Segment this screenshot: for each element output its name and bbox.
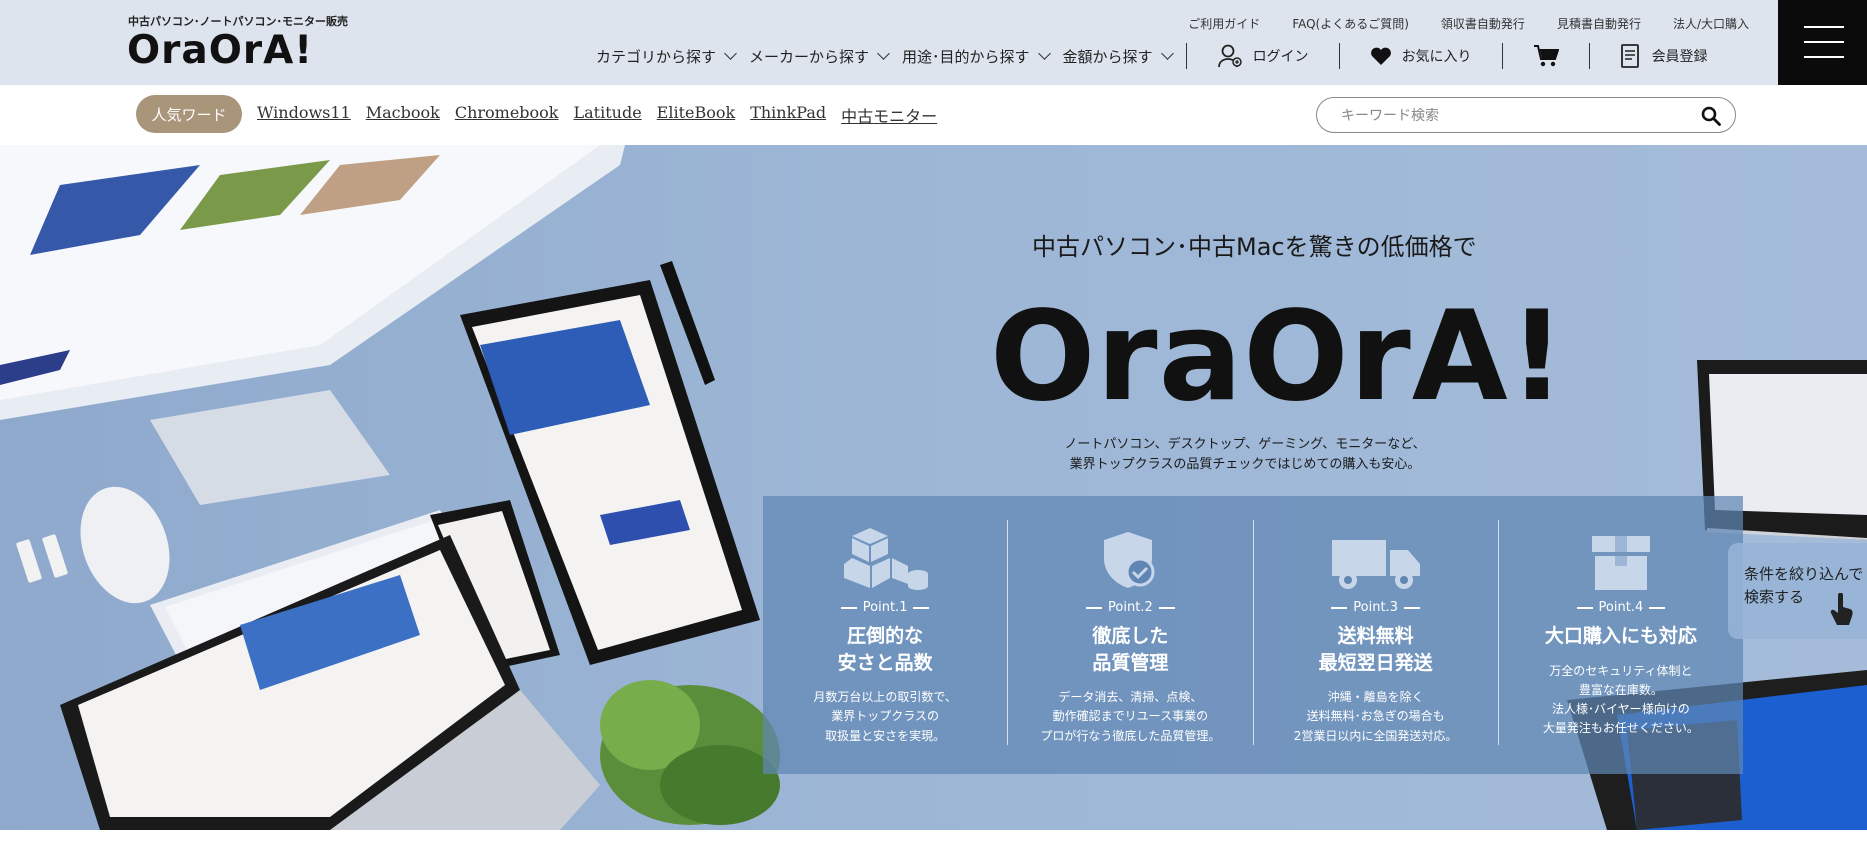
point-title-line: 最短翌日発送 xyxy=(1318,651,1433,674)
popular-keywords-badge: 人気ワード xyxy=(136,95,242,133)
point-body-line: 業界トップクラスの xyxy=(831,709,939,724)
nav-maker-label: メーカーから探す xyxy=(749,47,870,66)
point-title-line: 送料無料 xyxy=(1337,625,1414,647)
hamburger-menu-button[interactable] xyxy=(1778,0,1867,85)
register-label: 会員登録 xyxy=(1651,49,1708,65)
chevron-down-icon xyxy=(1037,47,1051,60)
point-title-line: 徹底した xyxy=(1092,625,1169,647)
point-title: 徹底した 品質管理 xyxy=(1008,623,1252,676)
nav-category[interactable]: カテゴリから探す xyxy=(596,46,737,67)
nav-purpose-label: 用途･目的から探す xyxy=(902,47,1030,66)
box-icon xyxy=(1591,536,1650,590)
point-body-line: 沖縄・離島を除く xyxy=(1327,690,1424,705)
hero-description-line: 業界トップクラスの品質チェックではじめての購入も安心。 xyxy=(1069,457,1421,473)
nav-maker[interactable]: メーカーから探す xyxy=(749,46,890,67)
point-card-2: Point.2 徹底した 品質管理 データ消去、清掃、点検、 動作確認までリユー… xyxy=(1008,520,1254,746)
point-title-line: 安さと品数 xyxy=(837,651,933,674)
point-body-line: 送料無料･お急ぎの場合も xyxy=(1306,709,1445,724)
login-label: ログイン xyxy=(1252,49,1309,65)
utility-nav: ご利用ガイド FAQ(よくあるご質問) 領収書自動発行 見積書自動発行 法人/大… xyxy=(1188,15,1749,32)
search-box xyxy=(1316,97,1736,133)
point-card-1: Point.1 圧倒的な 安さと品数 月数万台以上の取引数で、 業界トップクラス… xyxy=(763,520,1009,746)
nav-price[interactable]: 金額から探す xyxy=(1062,46,1174,67)
cart-icon xyxy=(1533,45,1559,67)
chevron-down-icon xyxy=(1160,47,1174,60)
util-link-corporate[interactable]: 法人/大口購入 xyxy=(1673,15,1749,32)
point-body: 沖縄・離島を除く 送料無料･お急ぎの場合も 2営業日以内に全国発送対応。 xyxy=(1254,688,1498,746)
point-number: Point.2 xyxy=(1008,600,1252,615)
search-input[interactable] xyxy=(1341,105,1681,127)
keyword-link[interactable]: Windows11 xyxy=(257,103,351,127)
point-title: 圧倒的な 安さと品数 xyxy=(763,623,1007,676)
point-body-line: データ消去、清掃、点検、 xyxy=(1058,690,1203,705)
util-link-guide[interactable]: ご利用ガイド xyxy=(1188,15,1260,32)
hero-banner: 中古パソコン･中古Macを驚きの低価格で OraOrA! ノートパソコン、デスク… xyxy=(0,145,1867,830)
nav-purpose[interactable]: 用途･目的から探す xyxy=(902,46,1051,67)
favorites-link[interactable]: お気に入り xyxy=(1340,46,1502,66)
point-number: Point.3 xyxy=(1254,600,1498,615)
keyword-link[interactable]: ThinkPad xyxy=(750,103,826,127)
point-body-line: 豊富な在庫数。 xyxy=(1578,682,1663,697)
cart-link[interactable] xyxy=(1503,44,1589,68)
point-body-line: 月数万台以上の取引数で、 xyxy=(813,690,957,705)
util-link-receipt[interactable]: 領収書自動発行 xyxy=(1441,15,1525,32)
point-title-line: 圧倒的な xyxy=(847,625,924,647)
filter-search-tab[interactable]: 条件を絞り込んで 検索する xyxy=(1728,543,1867,639)
point-body-line: 取扱量と安さを実現。 xyxy=(825,728,946,743)
brand-logo[interactable]: OraOrA! xyxy=(127,28,313,73)
chevron-down-icon xyxy=(877,47,890,60)
heart-icon xyxy=(1370,47,1391,65)
keyword-link[interactable]: EliteBook xyxy=(657,103,736,127)
util-link-quote[interactable]: 見積書自動発行 xyxy=(1557,15,1641,32)
user-icon xyxy=(1217,44,1242,68)
keyword-link[interactable]: Chromebook xyxy=(455,103,559,127)
site-header: 中古パソコン･ノートパソコン･モニター販売 OraOrA! ご利用ガイド FAQ… xyxy=(0,0,1867,85)
point-body: 月数万台以上の取引数で、 業界トップクラスの 取扱量と安さを実現。 xyxy=(763,688,1007,746)
brand-tagline: 中古パソコン･ノートパソコン･モニター販売 xyxy=(128,15,348,28)
point-number: Point.1 xyxy=(763,600,1007,615)
point-body-line: 万全のセキュリティ体制と xyxy=(1549,663,1693,678)
hero-logo: OraOrA! xyxy=(990,285,1567,429)
point-body: データ消去、清掃、点検、 動作確認までリユース事業の プロが行なう徹底した品質管… xyxy=(1008,688,1252,746)
point-body-line: 動作確認までリユース事業の xyxy=(1052,709,1209,724)
keyword-link[interactable]: 中古モニター xyxy=(841,103,937,127)
pointer-hand-icon xyxy=(1830,593,1853,625)
point-number: Point.4 xyxy=(1499,600,1743,615)
point-body-line: 2営業日以内に全国発送対応。 xyxy=(1293,728,1458,743)
point-card-3: Point.3 送料無料 最短翌日発送 沖縄・離島を除く 送料無料･お急ぎの場合… xyxy=(1254,520,1499,745)
shield-check-icon xyxy=(1104,532,1155,588)
boxes-icon xyxy=(844,528,929,590)
point-title: 大口購入にも対応 xyxy=(1499,623,1743,650)
point-title-line: 大口購入にも対応 xyxy=(1544,625,1697,647)
nav-category-label: カテゴリから探す xyxy=(596,47,717,66)
point-body-line: プロが行なう徹底した品質管理。 xyxy=(1040,728,1221,743)
favorites-label: お気に入り xyxy=(1401,49,1472,65)
selling-points: Point.1 圧倒的な 安さと品数 月数万台以上の取引数で、 業界トップクラス… xyxy=(763,496,1743,774)
point-title: 送料無料 最短翌日発送 xyxy=(1254,623,1498,676)
keyword-link[interactable]: Latitude xyxy=(574,103,642,127)
filter-search-label: 条件を絞り込んで xyxy=(1744,565,1864,583)
filter-search-label: 検索する xyxy=(1744,587,1805,606)
point-body-line: 法人様･バイヤー様向けの xyxy=(1552,701,1690,716)
chevron-down-icon xyxy=(724,47,737,60)
util-link-faq[interactable]: FAQ(よくあるご質問) xyxy=(1292,15,1409,32)
register-link[interactable]: 会員登録 xyxy=(1590,43,1738,69)
login-link[interactable]: ログイン xyxy=(1187,43,1339,69)
keyword-links: Windows11 Macbook Chromebook Latitude El… xyxy=(257,103,937,127)
main-nav: カテゴリから探す メーカーから探す 用途･目的から探す 金額から探す ログイン … xyxy=(596,43,1738,69)
nav-price-label: 金額から探す xyxy=(1062,47,1153,66)
point-card-4: Point.4 大口購入にも対応 万全のセキュリティ体制と 豊富な在庫数。 法人… xyxy=(1499,520,1743,745)
point-body: 万全のセキュリティ体制と 豊富な在庫数。 法人様･バイヤー様向けの 大量発注もお… xyxy=(1499,662,1743,739)
document-icon xyxy=(1620,44,1639,68)
search-icon[interactable] xyxy=(1701,106,1721,126)
keyword-link[interactable]: Macbook xyxy=(366,103,440,127)
point-title-line: 品質管理 xyxy=(1092,651,1169,674)
hero-tagline: 中古パソコン･中古Macを驚きの低価格で xyxy=(1032,233,1477,261)
point-body-line: 大量発注もお任せください。 xyxy=(1542,721,1699,736)
popular-keywords-bar: 人気ワード Windows11 Macbook Chromebook Latit… xyxy=(0,85,1867,145)
truck-icon xyxy=(1331,540,1420,589)
hero-description: ノートパソコン、デスクトップ、ゲーミング、モニターなど、 業界トップクラスの品質… xyxy=(1060,435,1430,475)
hero-description-line: ノートパソコン、デスクトップ、ゲーミング、モニターなど、 xyxy=(1064,437,1426,452)
